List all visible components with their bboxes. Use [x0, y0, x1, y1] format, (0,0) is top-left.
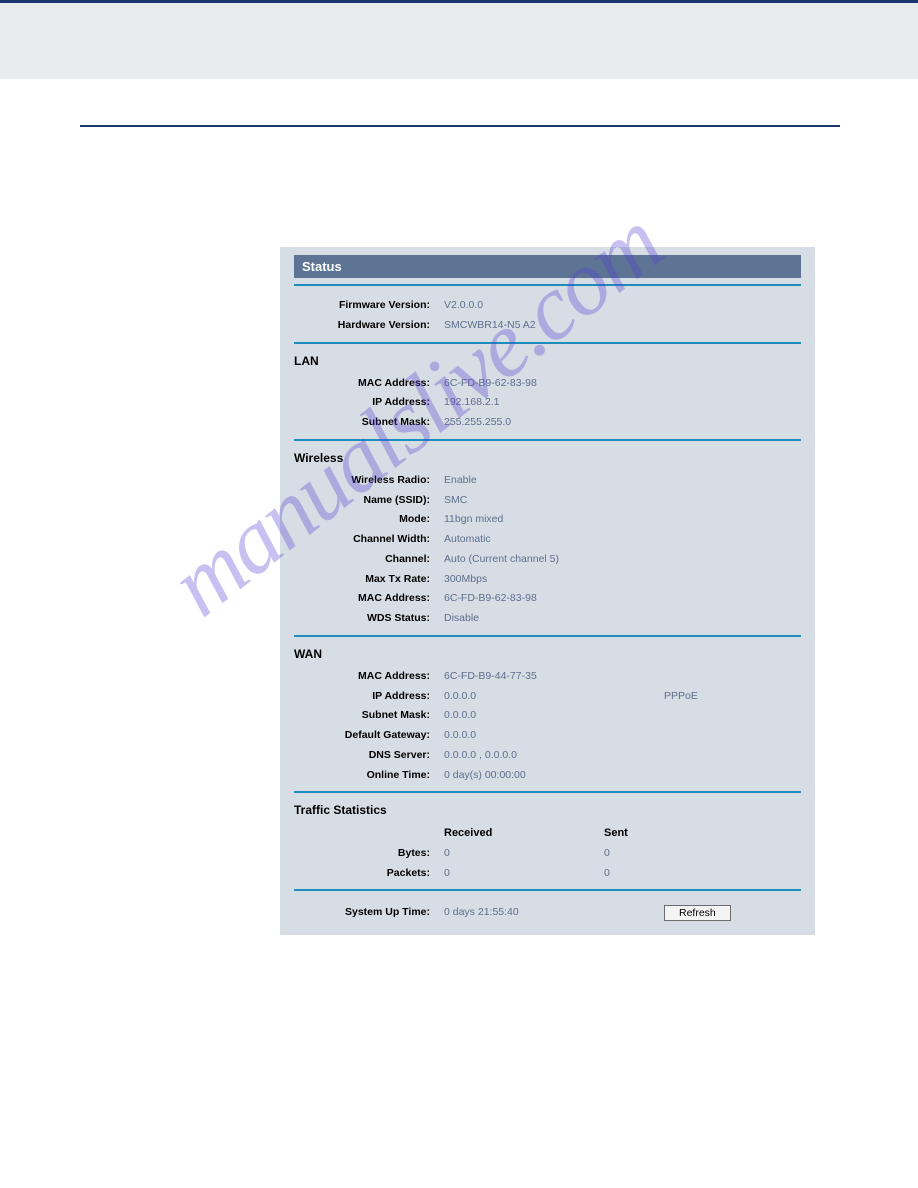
hardware-label: Hardware Version:: [294, 318, 444, 334]
wireless-radio-row: Wireless Radio: Enable: [294, 471, 801, 491]
sent-header: Sent: [604, 825, 628, 842]
wan-ip-label: IP Address:: [294, 689, 444, 705]
wireless-wds-value: Disable: [444, 611, 479, 627]
wireless-ssid-row: Name (SSID): SMC: [294, 491, 801, 511]
divider: [294, 635, 801, 637]
wireless-mode-row: Mode: 11bgn mixed: [294, 510, 801, 530]
wireless-mac-value: 6C-FD-B9-62-83-98: [444, 591, 537, 607]
wireless-ssid-label: Name (SSID):: [294, 493, 444, 509]
wan-subnet-row: Subnet Mask: 0.0.0.0: [294, 706, 801, 726]
wan-mac-value: 6C-FD-B9-44-77-35: [444, 669, 537, 685]
hardware-value: SMCWBR14-N5 A2: [444, 318, 536, 334]
firmware-label: Firmware Version:: [294, 298, 444, 314]
wireless-radio-label: Wireless Radio:: [294, 473, 444, 489]
wireless-ssid-value: SMC: [444, 493, 467, 509]
wireless-channel-value: Auto (Current channel 5): [444, 552, 559, 568]
divider: [294, 439, 801, 441]
traffic-heading: Traffic Statistics: [294, 803, 801, 817]
lan-subnet-value: 255.255.255.0: [444, 415, 511, 431]
lan-mac-label: MAC Address:: [294, 376, 444, 392]
wireless-wds-label: WDS Status:: [294, 611, 444, 627]
header-divider: [80, 125, 840, 127]
lan-mac-value: 6C-FD-B9-62-83-98: [444, 376, 537, 392]
wan-dns-value: 0.0.0.0 , 0.0.0.0: [444, 748, 517, 764]
packets-label: Packets:: [294, 866, 444, 882]
wireless-width-value: Automatic: [444, 532, 491, 548]
lan-ip-label: IP Address:: [294, 395, 444, 411]
traffic-bytes-row: Bytes: 0 0: [294, 844, 801, 864]
wireless-heading: Wireless: [294, 451, 801, 465]
lan-mac-row: MAC Address: 6C-FD-B9-62-83-98: [294, 374, 801, 394]
wireless-mode-value: 11bgn mixed: [444, 512, 503, 528]
traffic-header-row: Received Sent: [294, 823, 801, 844]
wireless-maxtx-row: Max Tx Rate: 300Mbps: [294, 570, 801, 590]
wan-subnet-value: 0.0.0.0: [444, 708, 476, 724]
bytes-received: 0: [444, 846, 604, 862]
wan-mac-row: MAC Address: 6C-FD-B9-44-77-35: [294, 667, 801, 687]
refresh-button[interactable]: Refresh: [664, 905, 731, 921]
packets-received: 0: [444, 866, 604, 882]
traffic-packets-row: Packets: 0 0: [294, 864, 801, 884]
lan-heading: LAN: [294, 354, 801, 368]
wireless-width-row: Channel Width: Automatic: [294, 530, 801, 550]
uptime-value: 0 days 21:55:40: [444, 905, 664, 921]
lan-ip-row: IP Address: 192.168.2.1: [294, 393, 801, 413]
wireless-mac-label: MAC Address:: [294, 591, 444, 607]
wireless-channel-label: Channel:: [294, 552, 444, 568]
uptime-label: System Up Time:: [294, 905, 444, 921]
wan-heading: WAN: [294, 647, 801, 661]
panel-title: Status: [294, 255, 801, 278]
wan-dns-row: DNS Server: 0.0.0.0 , 0.0.0.0: [294, 746, 801, 766]
wireless-radio-value: Enable: [444, 473, 477, 489]
wan-ip-value: 0.0.0.0: [444, 689, 604, 705]
wan-subnet-label: Subnet Mask:: [294, 708, 444, 724]
lan-subnet-row: Subnet Mask: 255.255.255.0: [294, 413, 801, 433]
wan-mac-label: MAC Address:: [294, 669, 444, 685]
wireless-mac-row: MAC Address: 6C-FD-B9-62-83-98: [294, 589, 801, 609]
wireless-maxtx-value: 300Mbps: [444, 572, 487, 588]
lan-ip-value: 192.168.2.1: [444, 395, 499, 411]
top-banner: [0, 0, 918, 80]
divider: [294, 284, 801, 286]
wan-online-label: Online Time:: [294, 768, 444, 784]
wan-ip-type: PPPoE: [664, 689, 698, 705]
lan-subnet-label: Subnet Mask:: [294, 415, 444, 431]
hardware-row: Hardware Version: SMCWBR14-N5 A2: [294, 316, 801, 336]
wireless-maxtx-label: Max Tx Rate:: [294, 572, 444, 588]
divider: [294, 791, 801, 793]
uptime-row: System Up Time: 0 days 21:55:40 Refresh: [294, 901, 801, 921]
bytes-sent: 0: [604, 846, 610, 862]
wireless-mode-label: Mode:: [294, 512, 444, 528]
firmware-row: Firmware Version: V2.0.0.0: [294, 296, 801, 316]
wan-online-row: Online Time: 0 day(s) 00:00:00: [294, 766, 801, 786]
wan-gw-row: Default Gateway: 0.0.0.0: [294, 726, 801, 746]
spacer: [294, 825, 444, 842]
wan-online-value: 0 day(s) 00:00:00: [444, 768, 526, 784]
divider: [294, 342, 801, 344]
wan-dns-label: DNS Server:: [294, 748, 444, 764]
wireless-channel-row: Channel: Auto (Current channel 5): [294, 550, 801, 570]
bytes-label: Bytes:: [294, 846, 444, 862]
received-header: Received: [444, 825, 604, 842]
wan-gw-label: Default Gateway:: [294, 728, 444, 744]
packets-sent: 0: [604, 866, 610, 882]
firmware-value: V2.0.0.0: [444, 298, 483, 314]
divider: [294, 889, 801, 891]
wireless-wds-row: WDS Status: Disable: [294, 609, 801, 629]
status-panel: Status Firmware Version: V2.0.0.0 Hardwa…: [280, 247, 815, 935]
wireless-width-label: Channel Width:: [294, 532, 444, 548]
wan-gw-value: 0.0.0.0: [444, 728, 476, 744]
wan-ip-row: IP Address: 0.0.0.0 PPPoE: [294, 687, 801, 707]
